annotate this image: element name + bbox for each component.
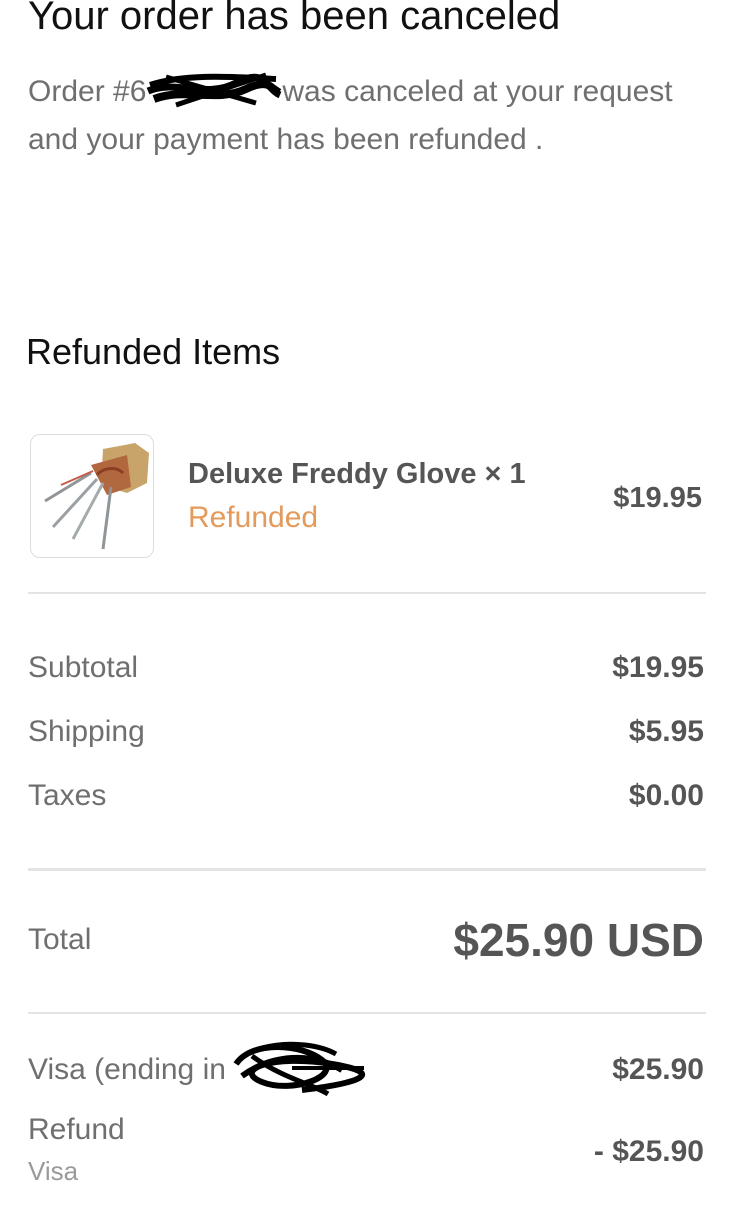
redacted-order-number-scribble — [146, 72, 283, 108]
taxes-value: $0.00 — [628, 779, 704, 812]
taxes-label: Taxes — [28, 779, 107, 812]
refund-method-label: Visa — [28, 1156, 79, 1186]
card-label: Visa (ending in — [28, 1053, 226, 1086]
divider — [28, 868, 706, 871]
redacted-card-number-scribble — [232, 1034, 368, 1109]
refund-value: - $25.90 — [593, 1135, 704, 1168]
shipping-label: Shipping — [28, 715, 145, 748]
order-number-prefix: Order #6 — [28, 75, 147, 108]
shipping-value: $5.95 — [628, 715, 704, 748]
subtotal-value: $19.95 — [612, 651, 704, 684]
divider — [28, 1012, 706, 1014]
item-name: Deluxe Freddy Glove × 1 — [188, 458, 526, 490]
item-price: $19.95 — [613, 482, 702, 514]
card-charge-value: $25.90 — [612, 1053, 704, 1086]
refund-label: Refund — [28, 1113, 125, 1146]
claw-glove-product-image — [44, 443, 149, 550]
product-image — [30, 434, 154, 558]
subtotal-label: Subtotal — [28, 651, 139, 684]
cancel-message: Order #6 was canceled at your request an… — [28, 68, 718, 164]
refunded-items-heading: Refunded Items — [26, 331, 281, 372]
divider — [28, 592, 706, 594]
total-label: Total — [28, 923, 92, 956]
total-value: $25.90 USD — [453, 914, 704, 966]
item-status-badge: Refunded — [188, 501, 319, 534]
page-title: Your order has been canceled — [28, 0, 561, 38]
